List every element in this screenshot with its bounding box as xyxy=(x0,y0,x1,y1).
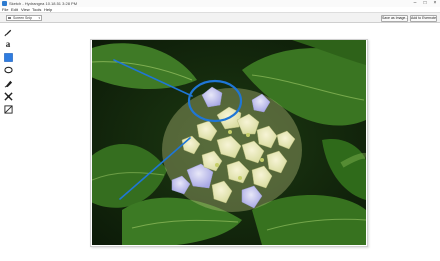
window-title: Sketch - Hydrangea 10.18.51 3:28 PM xyxy=(9,1,78,6)
ellipse-icon xyxy=(3,66,13,74)
app-icon xyxy=(2,1,7,6)
ellipse-tool[interactable] xyxy=(3,65,13,75)
arrow-tool[interactable] xyxy=(3,91,13,101)
toolbar: Screen Snip ▾ Save as Image... Add to Ev… xyxy=(0,12,440,23)
text-a-icon: a xyxy=(5,39,11,49)
crop-icon xyxy=(3,104,13,114)
filled-square-icon xyxy=(3,52,13,62)
hydrangea-photo[interactable] xyxy=(92,40,366,245)
rectangle-tool[interactable] xyxy=(3,52,13,62)
add-to-evernote-button[interactable]: Add to Evernote xyxy=(410,15,437,22)
capture-mode-value: Screen Snip xyxy=(13,16,33,20)
screen-icon xyxy=(8,17,11,19)
hydrangea-image xyxy=(92,40,366,245)
pen-tool[interactable] xyxy=(3,27,13,37)
crop-tool[interactable] xyxy=(3,104,13,114)
maximize-icon[interactable]: □ xyxy=(420,0,430,6)
minimize-icon[interactable]: – xyxy=(410,0,420,6)
close-icon[interactable]: × xyxy=(430,0,440,6)
chevron-down-icon: ▾ xyxy=(38,16,40,20)
arrows-icon xyxy=(3,91,13,101)
marker-icon xyxy=(4,80,12,88)
pen-icon xyxy=(3,29,11,36)
title-bar: Sketch - Hydrangea 10.18.51 3:28 PM – □ … xyxy=(0,0,440,7)
text-tool[interactable]: a xyxy=(3,39,13,49)
save-as-image-button[interactable]: Save as Image... xyxy=(381,15,408,22)
capture-mode-select[interactable]: Screen Snip ▾ xyxy=(6,15,42,21)
highlighter-tool[interactable] xyxy=(3,78,13,88)
